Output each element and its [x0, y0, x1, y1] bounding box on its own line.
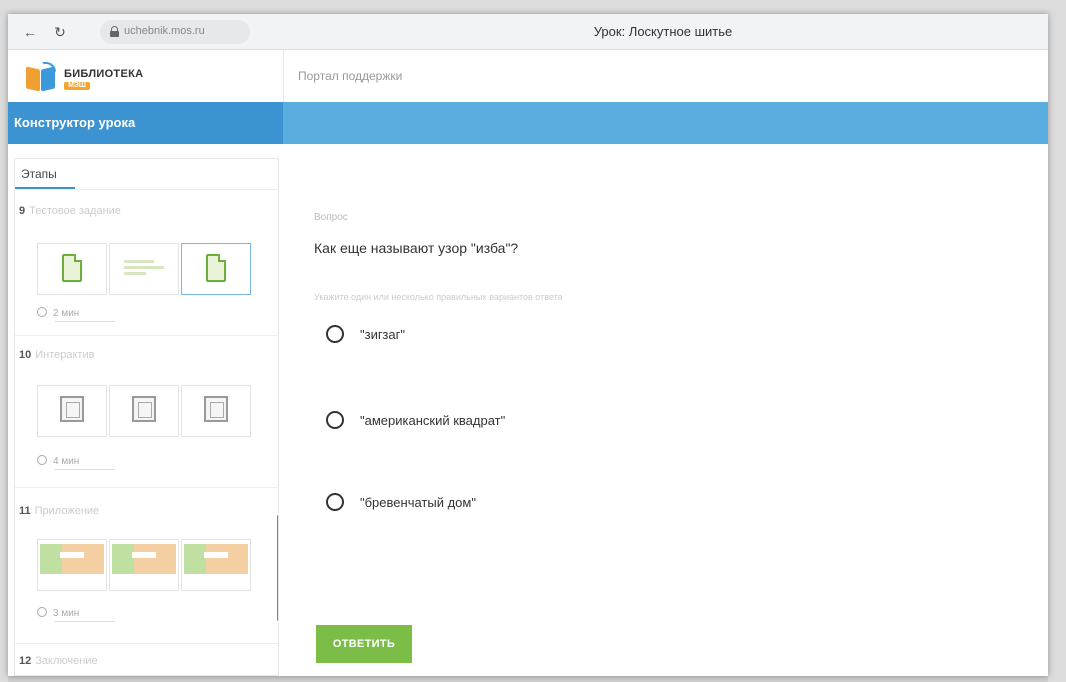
stage-slides	[37, 243, 251, 295]
page-title: Урок: Лоскутное шитье	[593, 24, 733, 39]
stage-slides	[37, 385, 251, 437]
clock-icon	[37, 307, 47, 317]
stage-number: 9	[19, 205, 26, 217]
interactive-frame-icon	[132, 396, 156, 422]
book-logo-icon	[26, 62, 56, 92]
stage-name: Интерактив	[35, 349, 95, 361]
stage-divider	[15, 643, 278, 644]
logo-title: БИБЛИОТЕКА	[64, 68, 144, 80]
stage-name: Тестовое задание	[29, 205, 121, 217]
timer-underline	[55, 469, 115, 470]
stage-divider	[15, 335, 278, 336]
stage-slides	[37, 539, 251, 591]
radio-button[interactable]	[326, 325, 344, 343]
stage-name: Заключение	[35, 655, 98, 667]
question-hint: Укажите один или несколько правильных ва…	[314, 292, 563, 302]
app-header: БИБЛИОТЕКА МЭШ Портал поддержки	[8, 50, 1048, 102]
interactive-frame-icon	[60, 396, 84, 422]
answer-option-label: "американский квадрат"	[360, 412, 506, 428]
answer-option[interactable]: "зигзаг"	[326, 322, 405, 346]
browser-toolbar: ← ↻ uchebnik.mos.ru Урок: Лоскутное шить…	[8, 14, 1048, 50]
answer-option-label: "бревенчатый дом"	[360, 494, 476, 510]
slide-thumbnail-selected[interactable]	[181, 243, 251, 295]
stage-number: 12	[19, 655, 32, 667]
stage-duration[interactable]: 4 мин	[37, 455, 79, 467]
support-portal-link[interactable]: Портал поддержки	[298, 69, 402, 83]
stage-title: 10 Интерактив	[19, 349, 94, 361]
clock-icon	[37, 455, 47, 465]
answer-option[interactable]: "американский квадрат"	[326, 408, 505, 432]
sidebar-scrollbar[interactable]	[277, 515, 278, 621]
stage-title: 12 Заключение	[19, 655, 98, 667]
slide-image	[112, 544, 176, 574]
lesson-constructor-title: Конструктор урока	[14, 115, 136, 130]
radio-button[interactable]	[326, 493, 344, 511]
answer-option[interactable]: "бревенчатый дом"	[326, 490, 476, 514]
submit-answer-button[interactable]: ОТВЕТИТЬ	[316, 625, 412, 663]
question-text: Как еще называют узор "изба"?	[314, 240, 519, 256]
timer-underline	[55, 621, 115, 622]
slide-image	[40, 544, 104, 574]
library-logo[interactable]: БИБЛИОТЕКА МЭШ	[26, 58, 156, 94]
question-panel: Вопрос Как еще называют узор "изба"? Ука…	[284, 144, 1048, 676]
stage-number: 10	[19, 349, 32, 361]
slide-thumbnail[interactable]	[109, 243, 179, 295]
document-icon	[206, 254, 226, 282]
stage-name: Приложение	[34, 505, 100, 517]
stage-duration-value: 3 мин	[53, 608, 80, 619]
slide-image	[184, 544, 248, 574]
browser-window: ← ↻ uchebnik.mos.ru Урок: Лоскутное шить…	[8, 14, 1048, 676]
stage-duration-value: 4 мин	[53, 456, 80, 467]
document-icon	[62, 254, 82, 282]
stage-duration-value: 2 мин	[53, 308, 80, 319]
stage-duration[interactable]: 2 мин	[37, 307, 79, 319]
slide-thumbnail[interactable]	[181, 385, 251, 437]
stage-duration[interactable]: 3 мин	[37, 607, 79, 619]
slide-thumbnail[interactable]	[37, 385, 107, 437]
slide-thumbnail[interactable]	[109, 539, 179, 591]
slide-thumbnail[interactable]	[109, 385, 179, 437]
clock-icon	[37, 607, 47, 617]
tab-stages[interactable]: Этапы	[21, 167, 57, 181]
toolbar-title-area: Конструктор урока	[8, 102, 283, 144]
slide-thumbnail[interactable]	[37, 539, 107, 591]
stage-title: 11 Приложение	[19, 505, 99, 517]
answer-option-label: "зигзаг"	[360, 326, 405, 342]
timer-underline	[55, 321, 115, 322]
stage-divider	[15, 487, 278, 488]
logo-badge: МЭШ	[64, 82, 90, 90]
stage-title: 9 Тестовое задание	[19, 205, 121, 217]
stage-number: 11	[19, 505, 31, 517]
slide-thumbnail[interactable]	[181, 539, 251, 591]
slide-thumbnail[interactable]	[37, 243, 107, 295]
interactive-frame-icon	[204, 396, 228, 422]
header-divider	[283, 50, 284, 102]
tab-divider	[15, 189, 278, 190]
stages-sidebar: Этапы 9 Тестовое задание 2 мин 10 Интера…	[14, 158, 279, 676]
toolbar-bar: Конструктор урока	[8, 102, 1048, 144]
question-label: Вопрос	[314, 212, 348, 223]
radio-button[interactable]	[326, 411, 344, 429]
